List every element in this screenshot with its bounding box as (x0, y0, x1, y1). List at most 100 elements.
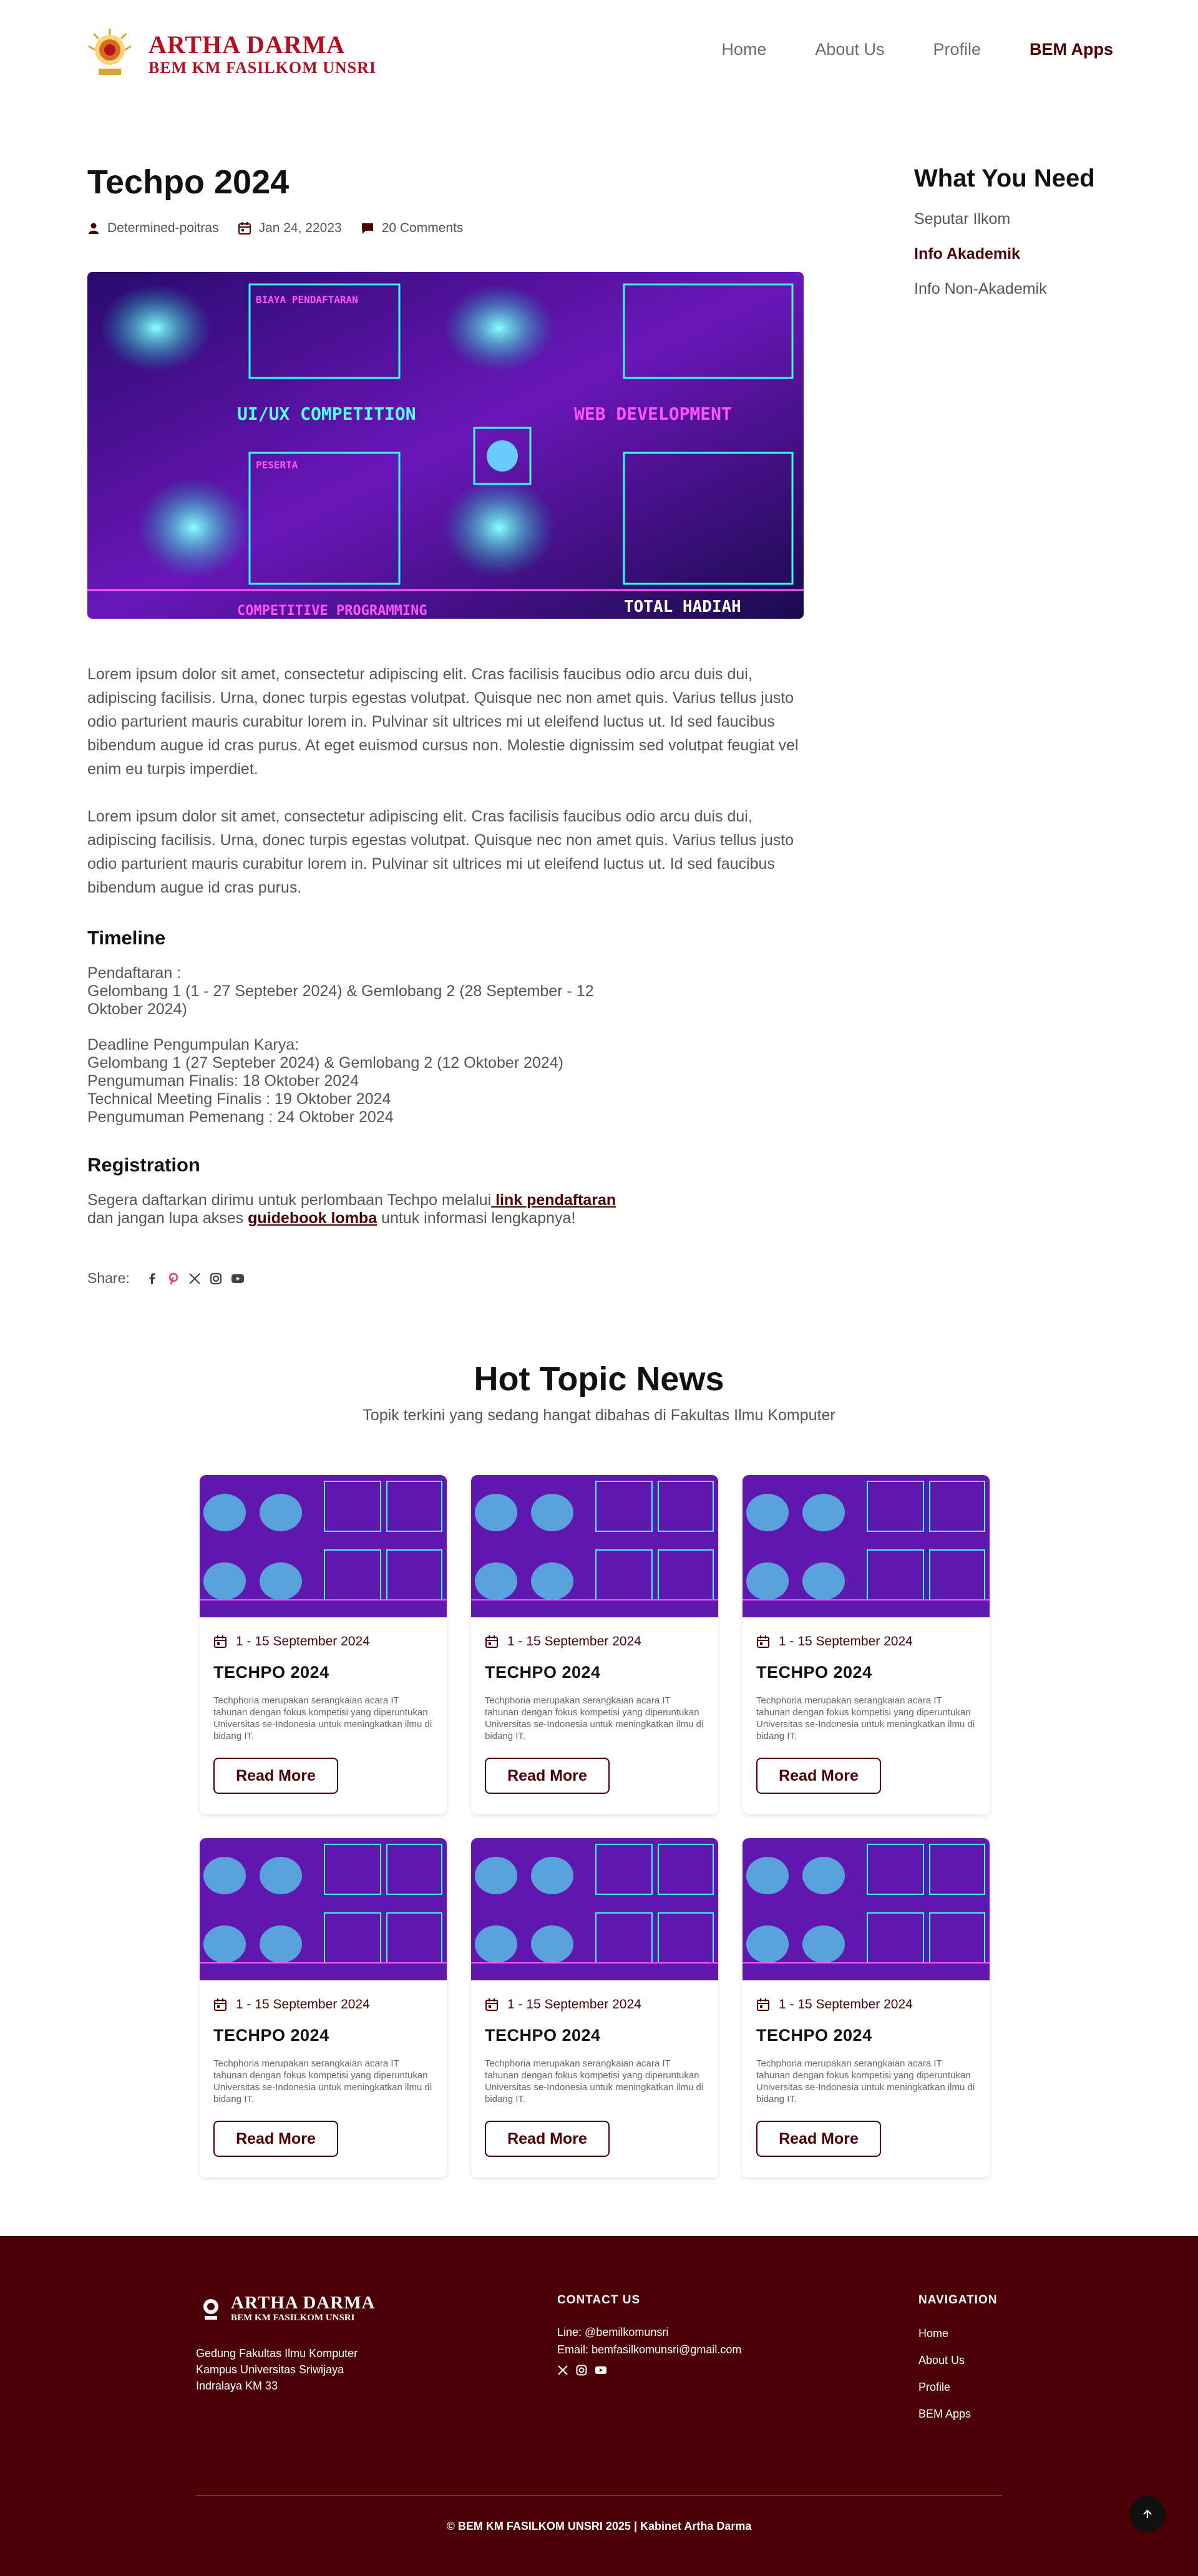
meta-date: Jan 24, 22023 (238, 221, 342, 236)
registration-link[interactable]: link pendaftaran (491, 1191, 616, 1209)
youtube-icon[interactable] (595, 2365, 607, 2376)
news-card-date-text: 1 - 15 September 2024 (779, 1634, 913, 1649)
read-more-button[interactable]: Read More (213, 2121, 338, 2157)
arrow-up-icon (1143, 2509, 1152, 2518)
author-name[interactable]: Determined-poitras (107, 221, 219, 236)
footer-social (557, 2365, 741, 2376)
news-card-image[interactable] (200, 1475, 447, 1617)
news-card-date-text: 1 - 15 September 2024 (236, 1634, 370, 1649)
news-card-image[interactable] (471, 1475, 718, 1617)
sidebar-item-info-non-akademik[interactable]: Info Non-Akademik (914, 279, 1120, 298)
read-more-button[interactable]: Read More (213, 1758, 338, 1794)
registration-block: Segera daftarkan dirimu untuk perlombaan… (87, 1191, 804, 1227)
news-card[interactable]: 1 - 15 September 2024 TECHPO 2024 Techph… (200, 1475, 447, 1814)
nav-bem-apps[interactable]: BEM Apps (1030, 40, 1113, 59)
article-title: Techpo 2024 (87, 163, 290, 201)
youtube-icon[interactable] (231, 1272, 245, 1285)
footer-address: Gedung Fakultas Ilmu Komputer Kampus Uni… (196, 2345, 358, 2394)
nav-profile[interactable]: Profile (933, 40, 981, 59)
news-card-description: Techphoria merupakan serangkaian acara I… (213, 2058, 432, 2104)
article: Techpo 2024 Determined-poitras Jan 24, 2… (87, 162, 804, 1287)
site-footer: ARTHA DARMA BEM KM FASILKOM UNSRI Gedung… (0, 2236, 1198, 2576)
read-more-button[interactable]: Read More (756, 2121, 881, 2157)
timeline-line: Pendaftaran : (87, 964, 182, 982)
news-card-date: 1 - 15 September 2024 (485, 1997, 718, 2012)
guidebook-link[interactable]: guidebook lomba (248, 1209, 377, 1227)
read-more-button[interactable]: Read More (485, 2121, 610, 2157)
instagram-icon[interactable] (210, 1272, 222, 1285)
timeline-line: Technical Meeting Finalis : 19 Oktober 2… (87, 1090, 391, 1108)
hero-text-prize: TOTAL HADIAH (624, 598, 741, 616)
timeline-line: Gelombang 1 (1 - 27 Septeber 2024) & Gem… (87, 982, 594, 1000)
contact-line[interactable]: Line: @bemilkomunsri (557, 2323, 741, 2341)
news-card-title[interactable]: TECHPO 2024 (485, 1663, 704, 1682)
news-card-title[interactable]: TECHPO 2024 (485, 2026, 704, 2045)
back-to-top-button[interactable] (1129, 2496, 1166, 2532)
hero-text-fee: BIAYA PENDAFTARAN (256, 294, 358, 306)
read-more-button[interactable]: Read More (756, 1758, 881, 1794)
news-card-image[interactable] (743, 1475, 990, 1617)
footer-logo-subtitle: BEM KM FASILKOM UNSRI (231, 2313, 355, 2323)
news-card[interactable]: 1 - 15 September 2024 TECHPO 2024 Techph… (471, 1838, 718, 2177)
news-card-date-text: 1 - 15 September 2024 (236, 1997, 370, 2012)
main-nav: Home About Us Profile BEM Apps (673, 40, 1113, 59)
registration-text: Segera daftarkan dirimu untuk perlombaan… (87, 1191, 492, 1209)
techpo-poster-image: UI/UX COMPETITION WEB DEVELOPMENT BIAYA … (87, 272, 804, 619)
footer-link-profile[interactable]: Profile (918, 2381, 997, 2394)
footer-logo[interactable]: ARTHA DARMA BEM KM FASILKOM UNSRI (200, 2293, 376, 2323)
read-more-button[interactable]: Read More (485, 1758, 610, 1794)
news-card[interactable]: 1 - 15 September 2024 TECHPO 2024 Techph… (471, 1475, 718, 1814)
site-header: ARTHA DARMA BEM KM FASILKOM UNSRI Home A… (0, 0, 1198, 112)
sidebar-title: What You Need (914, 165, 1095, 192)
hot-topic-subtitle: Topik terkini yang sedang hangat dibahas… (363, 1407, 835, 1424)
hero-text-uiux: UI/UX COMPETITION (237, 404, 416, 424)
nav-home[interactable]: Home (721, 40, 766, 59)
user-icon (89, 223, 99, 234)
hot-topic-title: Hot Topic News (474, 1360, 724, 1398)
instagram-icon[interactable] (576, 2365, 587, 2376)
news-card[interactable]: 1 - 15 September 2024 TECHPO 2024 Techph… (743, 1475, 990, 1814)
news-card-date-text: 1 - 15 September 2024 (507, 1997, 641, 2012)
sidebar: What You Need Seputar Ilkom Info Akademi… (914, 163, 1120, 298)
x-icon[interactable] (188, 1272, 201, 1285)
contact-email[interactable]: Email: bemfasilkomunsri@gmail.com (557, 2341, 741, 2358)
news-card-image[interactable] (743, 1838, 990, 1980)
sidebar-item-seputar-ilkom[interactable]: Seputar Ilkom (914, 210, 1120, 228)
footer-link-bem-apps[interactable]: BEM Apps (918, 2408, 997, 2421)
pinterest-icon[interactable] (167, 1272, 180, 1285)
news-card-date-text: 1 - 15 September 2024 (507, 1634, 641, 1649)
address-line: Indralaya KM 33 (196, 2380, 278, 2392)
footer-divider (196, 2495, 1002, 2496)
comment-count[interactable]: 20 Comments (382, 221, 464, 236)
news-card-image[interactable] (200, 1838, 447, 1980)
news-card-description: Techphoria merupakan serangkaian acara I… (485, 2058, 704, 2104)
news-card-date: 1 - 15 September 2024 (213, 1997, 447, 2012)
nav-heading: NAVIGATION (918, 2293, 998, 2307)
news-card-title[interactable]: TECHPO 2024 (213, 2026, 433, 2045)
footer-logo-title: ARTHA DARMA (231, 2293, 376, 2313)
share-bar: Share: (87, 1270, 804, 1287)
calendar-icon (238, 222, 251, 235)
news-card-date: 1 - 15 September 2024 (756, 1997, 990, 2012)
news-card-image[interactable] (471, 1838, 718, 1980)
site-logo[interactable]: ARTHA DARMA BEM KM FASILKOM UNSRI (87, 27, 376, 81)
share-label: Share: (87, 1270, 130, 1286)
footer-link-about-us[interactable]: About Us (918, 2354, 997, 2367)
article-paragraph-1: Lorem ipsum dolor sit amet, consectetur … (87, 666, 799, 778)
news-card-date-text: 1 - 15 September 2024 (779, 1997, 913, 2012)
news-card-date: 1 - 15 September 2024 (485, 1634, 718, 1649)
news-card-title[interactable]: TECHPO 2024 (756, 2026, 976, 2045)
footer-copyright: © BEM KM FASILKOM UNSRI 2025 | Kabinet A… (446, 2520, 752, 2532)
x-icon[interactable] (557, 2365, 568, 2376)
news-card-title[interactable]: TECHPO 2024 (213, 1663, 433, 1682)
facebook-icon[interactable] (146, 1272, 158, 1285)
hero-image: UI/UX COMPETITION WEB DEVELOPMENT BIAYA … (87, 272, 804, 619)
news-card[interactable]: 1 - 15 September 2024 TECHPO 2024 Techph… (200, 1838, 447, 2177)
comment-icon (361, 223, 373, 234)
nav-about-us[interactable]: About Us (815, 40, 884, 59)
sidebar-item-info-akademik[interactable]: Info Akademik (914, 245, 1120, 263)
news-card-title[interactable]: TECHPO 2024 (756, 1663, 976, 1682)
footer-link-home[interactable]: Home (918, 2327, 997, 2340)
news-card[interactable]: 1 - 15 September 2024 TECHPO 2024 Techph… (743, 1838, 990, 2177)
news-card-description: Techphoria merupakan serangkaian acara I… (485, 1695, 704, 1741)
